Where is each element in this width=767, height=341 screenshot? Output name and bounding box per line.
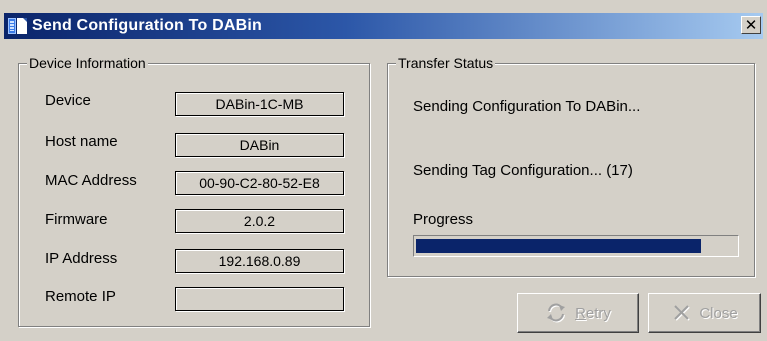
firmware-value: 2.0.2 — [175, 209, 344, 233]
window-title: Send Configuration To DABin — [32, 17, 262, 34]
progress-label: Progress — [413, 211, 474, 228]
close-label: Close — [699, 304, 738, 322]
status-line-tag-configuration: Sending Tag Configuration... (17) — [413, 162, 633, 179]
progress-bar-fill — [416, 239, 701, 253]
retry-button[interactable]: Retry — [517, 293, 639, 333]
remote-ip-value — [175, 287, 344, 311]
dialog-window: Send Configuration To DABin ✕ Device Inf… — [0, 0, 767, 341]
transfer-status-title: Transfer Status — [396, 55, 496, 71]
remote-ip-label: Remote IP — [45, 288, 116, 305]
x-icon — [674, 305, 691, 321]
retry-label: Retry — [575, 304, 611, 322]
firmware-label: Firmware — [45, 211, 108, 228]
mac-address-value: 00-90-C2-80-52-E8 — [175, 171, 344, 195]
app-icon — [8, 17, 28, 35]
host-name-value: DABin — [175, 133, 344, 157]
window-close-button[interactable]: ✕ — [741, 16, 761, 34]
mac-address-label: MAC Address — [45, 172, 137, 189]
refresh-icon — [547, 303, 566, 323]
title-bar[interactable]: Send Configuration To DABin ✕ — [4, 13, 763, 39]
ip-address-label: IP Address — [45, 250, 118, 267]
host-name-label: Host name — [45, 133, 118, 150]
progress-bar — [413, 235, 739, 257]
ip-address-value: 192.168.0.89 — [175, 249, 344, 273]
device-value: DABin-1C-MB — [175, 92, 344, 116]
device-info-title: Device Information — [27, 55, 148, 71]
close-icon: ✕ — [744, 15, 758, 34]
status-line-configuration: Sending Configuration To DABin... — [413, 98, 641, 115]
device-label: Device — [45, 92, 91, 109]
close-button[interactable]: Close — [648, 293, 761, 333]
